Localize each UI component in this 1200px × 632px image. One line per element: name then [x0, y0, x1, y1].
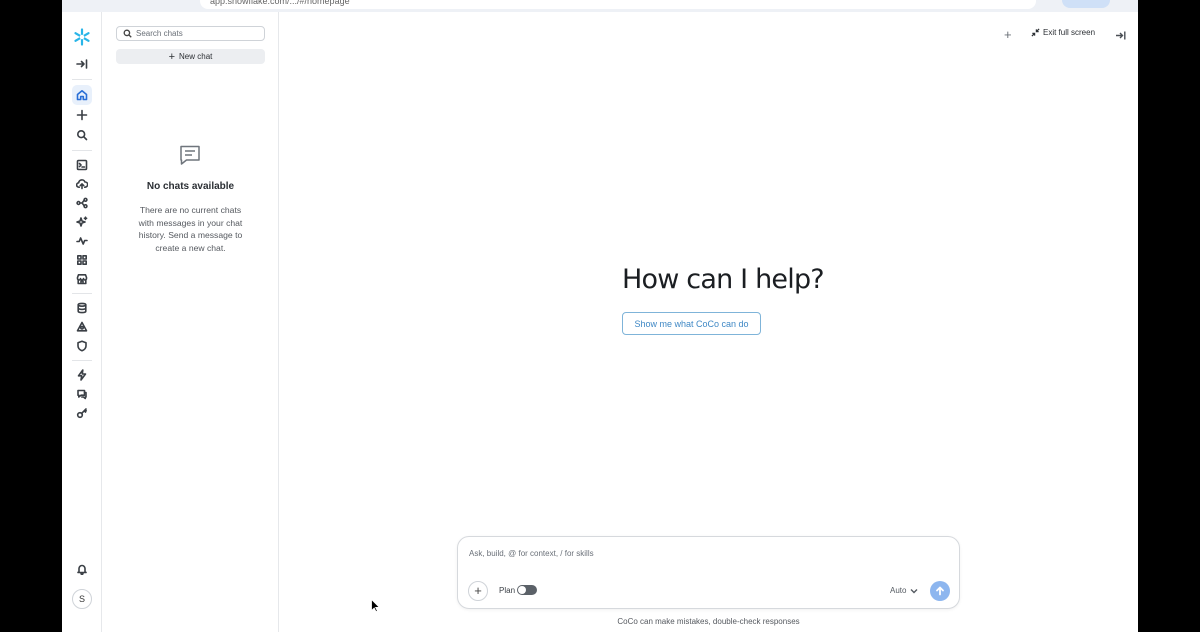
apps-grid-icon[interactable] — [72, 250, 92, 270]
search-icon — [123, 29, 132, 38]
show-capabilities-button[interactable]: Show me what CoCo can do — [622, 312, 761, 335]
bell-icon[interactable] — [72, 559, 92, 579]
search-icon[interactable] — [72, 125, 92, 145]
chat-bubble-icon[interactable] — [72, 384, 92, 404]
rail-divider — [72, 79, 92, 80]
rail-divider — [72, 150, 92, 151]
page-title: How can I help? — [622, 264, 825, 295]
rail-divider — [72, 360, 92, 361]
address-bar[interactable]: app.snowflake.com/.../#/homepage — [200, 0, 1036, 9]
plan-toggle[interactable] — [517, 585, 537, 595]
ai-sparkle-icon[interactable] — [72, 212, 92, 232]
add-attachment-button[interactable]: + — [468, 581, 488, 601]
arrow-up-icon — [936, 586, 944, 596]
exit-fullscreen-label: Exit full screen — [1043, 28, 1096, 37]
new-chat-plus-button[interactable]: + — [1004, 27, 1012, 42]
minimize-icon — [1031, 28, 1040, 37]
snowflake-logo-icon[interactable] — [72, 27, 92, 47]
empty-chat-icon — [178, 143, 202, 167]
collapse-panel-icon[interactable] — [1115, 28, 1126, 40]
plus-icon[interactable] — [72, 105, 92, 125]
chat-search-box[interactable] — [116, 26, 265, 41]
main-content: + Exit full screen How can I help? Show … — [279, 12, 1138, 632]
database-icon[interactable] — [72, 298, 92, 318]
chat-search-input[interactable] — [136, 29, 256, 38]
browser-profile-button[interactable] — [1062, 0, 1110, 8]
worksheet-icon[interactable] — [72, 155, 92, 175]
send-button[interactable] — [930, 581, 950, 601]
rail-divider — [72, 293, 92, 294]
marketplace-icon[interactable] — [72, 269, 92, 289]
cloud-upload-icon[interactable] — [72, 174, 92, 194]
collapse-sidebar-icon[interactable] — [72, 54, 92, 74]
chat-history-panel: + New chat No chats available There are … — [102, 12, 279, 632]
user-avatar[interactable]: S — [72, 589, 92, 609]
new-chat-label: New chat — [179, 52, 213, 61]
model-selector[interactable]: Auto — [890, 586, 918, 595]
mouse-cursor-icon — [371, 599, 380, 612]
empty-state-title: No chats available — [146, 181, 235, 192]
plus-icon: + — [168, 50, 176, 63]
browser-toolbar: app.snowflake.com/.../#/homepage — [62, 0, 1138, 12]
new-chat-button[interactable]: + New chat — [116, 49, 265, 64]
disclaimer-text: CoCo can make mistakes, double-check res… — [617, 617, 800, 626]
chevron-down-icon — [910, 588, 918, 593]
screen: app.snowflake.com/.../#/homepage S Searc… — [0, 0, 1200, 632]
empty-state-message: There are no current chats with messages… — [138, 205, 243, 253]
exit-fullscreen-button[interactable]: Exit full screen — [1031, 28, 1095, 37]
app-window: S + New chat No chats available There ar… — [62, 12, 1138, 632]
message-input[interactable] — [469, 549, 939, 558]
message-composer: + Plan Auto — [457, 536, 960, 609]
toggle-knob — [518, 586, 526, 594]
data-sharing-icon[interactable] — [72, 317, 92, 337]
workflow-icon[interactable] — [72, 193, 92, 213]
model-selector-label: Auto — [890, 586, 907, 595]
icon-rail: S — [62, 12, 102, 632]
admin-key-icon[interactable] — [72, 403, 92, 423]
lightning-icon[interactable] — [72, 365, 92, 385]
home-icon[interactable] — [72, 85, 92, 105]
activity-icon[interactable] — [72, 231, 92, 251]
shield-icon[interactable] — [72, 336, 92, 356]
plan-label: Plan — [499, 586, 516, 595]
